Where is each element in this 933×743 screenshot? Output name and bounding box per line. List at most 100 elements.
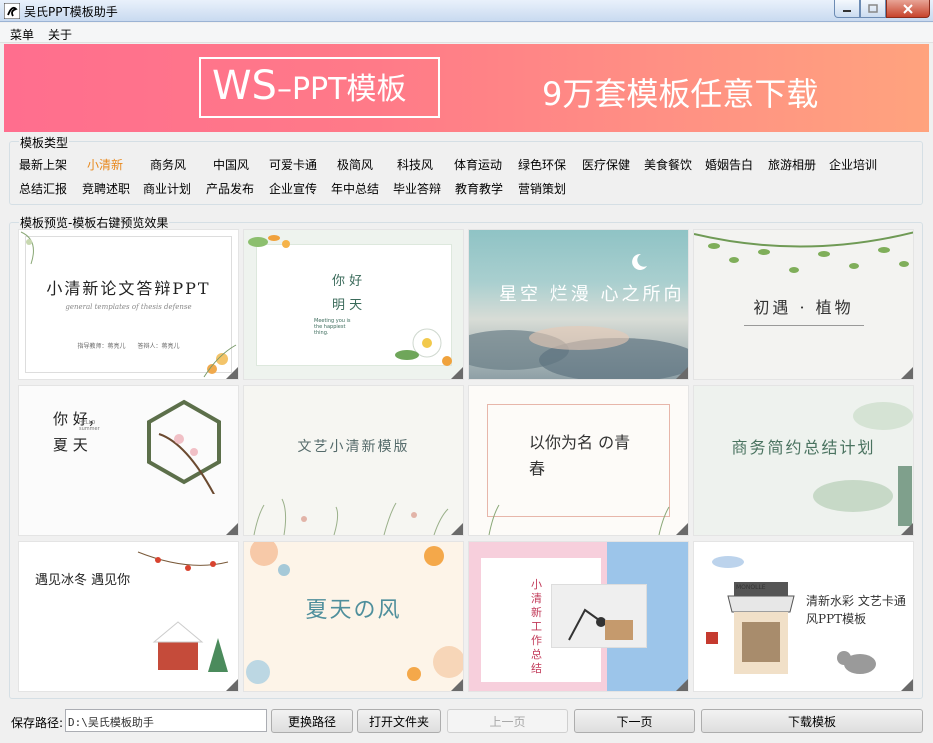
category-link[interactable]: 竞聘述职 bbox=[82, 180, 130, 197]
template-thumb[interactable]: 遇见冰冬 遇见你 bbox=[18, 541, 239, 692]
change-path-button[interactable]: 更换路径 bbox=[271, 709, 353, 733]
leaf-decoration-icon bbox=[20, 231, 34, 265]
corner-marker-icon bbox=[676, 367, 688, 379]
close-icon bbox=[903, 3, 913, 14]
template-thumb[interactable]: 你 好 明 天 Meeting you is the happiest thin… bbox=[243, 229, 464, 380]
corner-marker-icon bbox=[451, 367, 463, 379]
category-link[interactable]: 商业计划 bbox=[143, 180, 191, 197]
category-link[interactable]: 医疗保健 bbox=[582, 156, 630, 173]
brand-logo: WS–PPT模板 bbox=[212, 63, 407, 109]
template-thumb[interactable]: 星空 烂漫 心之所向 bbox=[468, 229, 689, 380]
template-title: 夏天の风 bbox=[305, 598, 402, 623]
template-title: 以你为名 の青春 bbox=[529, 433, 631, 478]
brand-suffix: PPT模板 bbox=[291, 72, 407, 107]
template-subtitle: Meeting you is the happiest thing. bbox=[314, 318, 351, 336]
title-bar: 吴氏PPT模板助手 bbox=[0, 0, 933, 22]
menu-bar: 菜单 关于 bbox=[0, 23, 933, 43]
menu-item-menu[interactable]: 菜单 bbox=[10, 26, 34, 43]
minimize-button[interactable] bbox=[834, 0, 860, 18]
corner-marker-icon bbox=[451, 523, 463, 535]
category-link[interactable]: 婚姻告白 bbox=[705, 156, 753, 173]
corner-marker-icon bbox=[226, 523, 238, 535]
template-thumb[interactable]: 夏天の风 bbox=[243, 541, 464, 692]
cloud-decoration-icon bbox=[469, 326, 688, 379]
banner-slogan: 9万套模板任意下载 bbox=[542, 75, 819, 113]
category-link[interactable]: 教育教学 bbox=[455, 180, 503, 197]
brand-text: WS bbox=[212, 63, 277, 109]
close-button[interactable] bbox=[886, 0, 930, 18]
banner: WS–PPT模板 9万套模板任意下载 bbox=[4, 44, 929, 132]
corner-marker-icon bbox=[901, 367, 913, 379]
download-template-button[interactable]: 下载模板 bbox=[701, 709, 923, 733]
template-extra: 指导教师：蒋亮儿 答辩人：蒋亮儿 bbox=[77, 343, 180, 350]
category-link[interactable]: 最新上架 bbox=[19, 156, 67, 173]
category-link[interactable]: 小清新 bbox=[87, 156, 123, 173]
template-title: 商务简约总结计划 bbox=[731, 438, 876, 457]
grass-decoration-icon bbox=[253, 498, 449, 535]
bottom-bar: 保存路径: D:\吴氏模板助手 更换路径 打开文件夹 上一页 下一页 下载模板 bbox=[0, 704, 933, 743]
category-link[interactable]: 旅游相册 bbox=[768, 156, 816, 173]
minimize-icon bbox=[843, 9, 851, 12]
template-subtitle: HELLO summer bbox=[79, 420, 100, 432]
desk-lamp-icon bbox=[568, 608, 633, 641]
corner-marker-icon bbox=[901, 679, 913, 691]
category-link[interactable]: 商务风 bbox=[150, 156, 186, 173]
category-link[interactable]: 企业培训 bbox=[829, 156, 877, 173]
winter-decoration-icon bbox=[137, 551, 229, 672]
category-link[interactable]: 营销策划 bbox=[518, 180, 566, 197]
open-folder-button[interactable]: 打开文件夹 bbox=[357, 709, 441, 733]
category-link[interactable]: 年中总结 bbox=[331, 180, 379, 197]
corner-marker-icon bbox=[901, 523, 913, 535]
category-link[interactable]: 产品发布 bbox=[206, 180, 254, 197]
template-subtitle: general templates of thesis defense bbox=[65, 303, 192, 311]
save-path-input[interactable]: D:\吴氏模板助手 bbox=[65, 709, 267, 732]
category-link[interactable]: 极简风 bbox=[337, 156, 373, 173]
vine-decoration-icon bbox=[694, 231, 913, 273]
category-link[interactable]: 体育运动 bbox=[454, 156, 502, 173]
template-thumb[interactable]: 以你为名 の青春 bbox=[468, 385, 689, 536]
corner-marker-icon bbox=[226, 367, 238, 379]
category-link[interactable]: 毕业答辩 bbox=[393, 180, 441, 197]
leaf-decoration-icon bbox=[248, 235, 290, 248]
app-icon bbox=[4, 3, 20, 19]
category-link[interactable]: 科技风 bbox=[397, 156, 433, 173]
save-path-label: 保存路径: bbox=[11, 716, 64, 730]
window-title: 吴氏PPT模板助手 bbox=[24, 5, 118, 19]
grass-decoration-icon bbox=[488, 504, 670, 535]
flower-decoration-icon bbox=[395, 328, 452, 366]
template-thumb[interactable]: 小清新 工作总结 bbox=[468, 541, 689, 692]
next-page-button[interactable]: 下一页 bbox=[574, 709, 695, 733]
template-thumb[interactable]: 你 好，夏 天 HELLO summer bbox=[18, 385, 239, 536]
template-title: 文艺小清新模版 bbox=[297, 439, 410, 455]
hexagon-frame-icon bbox=[147, 399, 221, 494]
category-link[interactable]: 绿色环保 bbox=[518, 156, 566, 173]
template-title: 你 好 明 天 bbox=[332, 274, 363, 313]
template-subtitle: MONOLLE bbox=[736, 584, 766, 591]
corner-marker-icon bbox=[451, 679, 463, 691]
template-title: 遇见冰冬 遇见你 bbox=[35, 573, 131, 588]
template-title: 小清新论文答辩PPT bbox=[46, 279, 211, 298]
template-title: 星空 烂漫 心之所向 bbox=[499, 284, 685, 305]
succulent-decoration-icon bbox=[813, 402, 913, 526]
maximize-button[interactable] bbox=[860, 0, 886, 18]
moon-icon bbox=[632, 253, 647, 270]
template-thumb[interactable]: MONOLLE 清新水彩 文艺卡通风PPT模板 bbox=[693, 541, 914, 692]
category-link[interactable]: 中国风 bbox=[213, 156, 249, 173]
maximize-icon bbox=[868, 3, 878, 13]
template-title: 清新水彩 文艺卡通风PPT模板 bbox=[806, 594, 906, 626]
template-title: 小清新 工作总结 bbox=[531, 578, 542, 675]
menu-item-about[interactable]: 关于 bbox=[48, 26, 72, 43]
corner-marker-icon bbox=[226, 679, 238, 691]
template-thumb[interactable]: 初遇 · 植物 bbox=[693, 229, 914, 380]
template-thumb[interactable]: 文艺小清新模版 bbox=[243, 385, 464, 536]
template-thumb[interactable]: 商务简约总结计划 bbox=[693, 385, 914, 536]
category-link[interactable]: 可爱卡通 bbox=[269, 156, 317, 173]
corner-marker-icon bbox=[676, 523, 688, 535]
category-link[interactable]: 美食餐饮 bbox=[644, 156, 692, 173]
category-link[interactable]: 企业宣传 bbox=[269, 180, 317, 197]
category-link[interactable]: 总结汇报 bbox=[19, 180, 67, 197]
cat-illustration-icon bbox=[837, 651, 876, 674]
template-thumb[interactable]: 小清新论文答辩PPT general templates of thesis d… bbox=[18, 229, 239, 380]
prev-page-button[interactable]: 上一页 bbox=[447, 709, 568, 733]
category-legend: 模板类型 bbox=[19, 134, 70, 151]
